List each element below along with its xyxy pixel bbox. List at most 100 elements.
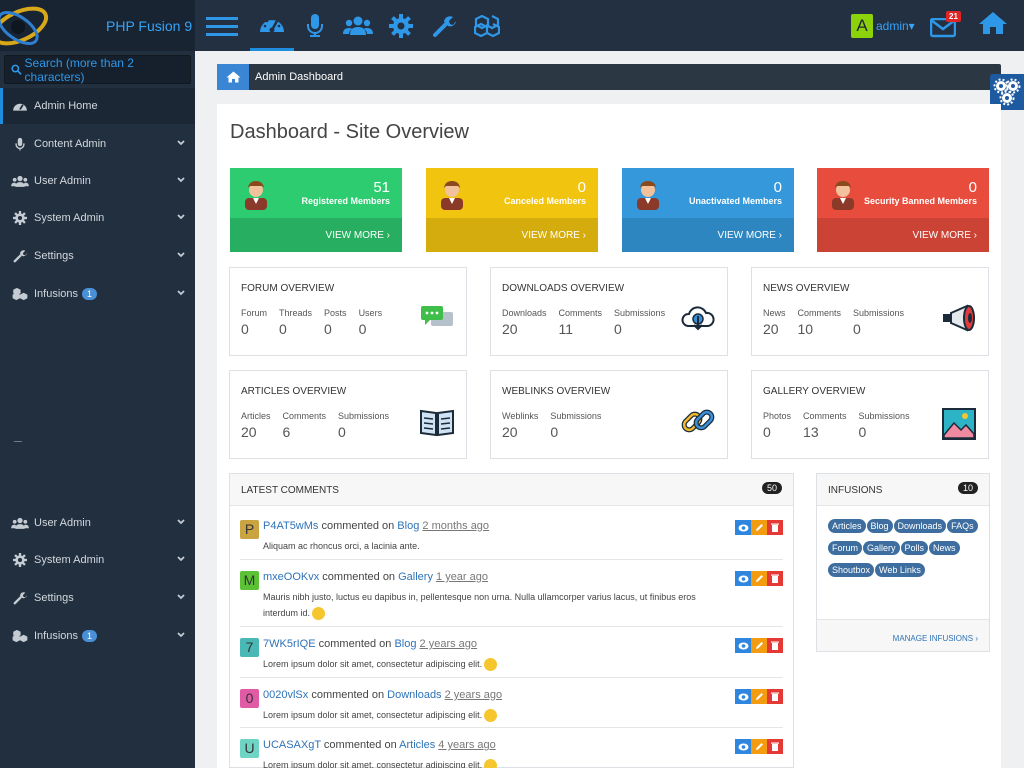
- chevron-down-icon: [177, 214, 185, 220]
- stat-value: 0: [853, 321, 861, 337]
- sidebar-item-user-admin[interactable]: User Admin: [0, 505, 195, 541]
- comment-avatar: 0: [240, 689, 259, 708]
- view-more-button[interactable]: VIEW MORE ›: [230, 218, 402, 252]
- comment-target-link[interactable]: Downloads: [387, 689, 441, 701]
- stat-value: 0: [241, 321, 249, 337]
- view-icon[interactable]: [735, 638, 751, 653]
- cubes-icon[interactable]: [465, 0, 509, 51]
- smiley-icon: [484, 709, 498, 723]
- infusions-count-badge: 10: [957, 482, 978, 494]
- sidebar-item-system-admin[interactable]: System Admin: [0, 200, 195, 236]
- stat-card-registered: 51 Registered Members VIEW MORE ›: [230, 168, 402, 252]
- menu-toggle-icon[interactable]: [200, 0, 244, 51]
- comment-user-link[interactable]: mxeOOKvx: [263, 571, 319, 583]
- comment-verb: commented on: [319, 571, 399, 583]
- view-more-button[interactable]: VIEW MORE ›: [817, 218, 989, 252]
- edit-icon[interactable]: [751, 739, 767, 754]
- stat-value: 20: [502, 321, 518, 337]
- comment-target-link[interactable]: Gallery: [398, 571, 433, 583]
- comment-text: Lorem ipsum dolor sit amet, consectetur …: [263, 659, 483, 669]
- sidebar-item-infusions[interactable]: Infusions 1: [0, 276, 195, 312]
- sidebar-item-label: Content Admin: [34, 138, 107, 150]
- sidebar-item-settings[interactable]: Settings: [0, 238, 195, 274]
- sidebar-item-admin-home[interactable]: Admin Home: [0, 88, 195, 124]
- panel-title: INFUSIONS: [828, 485, 883, 496]
- microphone-icon[interactable]: [293, 0, 337, 51]
- logo[interactable]: PHP Fusion 9: [0, 0, 195, 51]
- comment-time: 2 years ago: [419, 638, 478, 650]
- delete-icon[interactable]: [767, 739, 783, 754]
- view-icon[interactable]: [735, 739, 751, 754]
- comment-target-link[interactable]: Blog: [394, 638, 416, 650]
- member-avatar-icon: [441, 181, 463, 210]
- sidebar-item-user-admin[interactable]: User Admin: [0, 163, 195, 199]
- infusion-tag[interactable]: News: [929, 541, 960, 555]
- stat-label: Comments: [797, 308, 842, 318]
- stat-label: Security Banned Members: [863, 196, 977, 206]
- delete-icon[interactable]: [767, 571, 783, 586]
- breadcrumb-home-icon[interactable]: [217, 64, 249, 90]
- users-icon: [11, 515, 29, 531]
- view-icon[interactable]: [735, 571, 751, 586]
- home-icon[interactable]: [978, 11, 1010, 39]
- panel-title: GALLERY OVERVIEW: [763, 386, 866, 397]
- comment-user-link[interactable]: 0020vlSx: [263, 689, 308, 701]
- comment-target-link[interactable]: Articles: [399, 739, 435, 751]
- infusion-tag[interactable]: Forum: [828, 541, 863, 555]
- delete-icon[interactable]: [767, 520, 783, 535]
- comment-user-link[interactable]: P4AT5wMs: [263, 520, 318, 532]
- stat-value: 0: [577, 179, 586, 196]
- stat-label: Submissions: [858, 411, 910, 421]
- sidebar-item-settings[interactable]: Settings: [0, 580, 195, 616]
- cog-icon[interactable]: [379, 0, 423, 51]
- comment-meta: P4AT5wMs commented on Blog 2 months ago: [263, 520, 489, 532]
- comment-time: 1 year ago: [436, 571, 488, 583]
- stat-label: Forum: [241, 308, 268, 318]
- comment-target-link[interactable]: Blog: [397, 520, 419, 532]
- infusion-tag[interactable]: Web Links: [875, 563, 925, 577]
- comment-user-link[interactable]: 7WK5rIQE: [263, 638, 316, 650]
- stat-card-top: 51 Registered Members: [230, 168, 402, 218]
- manage-infusions-link[interactable]: MANAGE INFUSIONS ›: [893, 634, 978, 643]
- infusion-tag[interactable]: Gallery: [863, 541, 900, 555]
- panel-title: DOWNLOADS OVERVIEW: [502, 283, 625, 294]
- infusion-tag[interactable]: FAQs: [947, 519, 978, 533]
- stat-label: Users: [358, 308, 383, 318]
- comment-user-link[interactable]: UCASAXgT: [263, 739, 321, 751]
- view-more-button[interactable]: VIEW MORE ›: [426, 218, 598, 252]
- sidebar-item-label: Settings: [34, 250, 74, 262]
- search-input[interactable]: Search (more than 2 characters): [4, 55, 191, 84]
- infusion-tag[interactable]: Downloads: [893, 519, 947, 533]
- sidebar-item-infusions[interactable]: Infusions 1: [0, 618, 195, 654]
- view-more-button[interactable]: VIEW MORE ›: [622, 218, 794, 252]
- stat-value: 0: [773, 179, 782, 196]
- delete-icon[interactable]: [767, 638, 783, 653]
- comment-actions: [735, 520, 783, 535]
- infusion-tag[interactable]: Blog: [866, 519, 893, 533]
- edit-icon[interactable]: [751, 689, 767, 704]
- edit-icon[interactable]: [751, 571, 767, 586]
- comment-meta: mxeOOKvx commented on Gallery 1 year ago: [263, 571, 488, 583]
- delete-icon[interactable]: [767, 689, 783, 704]
- sidebar-item-label: Settings: [34, 592, 74, 604]
- infusion-tag[interactable]: Articles: [828, 519, 866, 533]
- users-icon[interactable]: [336, 0, 380, 51]
- edit-icon[interactable]: [751, 520, 767, 535]
- sidebar-item-system-admin[interactable]: System Admin: [0, 542, 195, 578]
- stat-card-top: 0 Canceled Members: [426, 168, 598, 218]
- comment-divider: [240, 677, 783, 678]
- infusion-tag[interactable]: Shoutbox: [828, 563, 875, 577]
- panel-title: NEWS OVERVIEW: [763, 283, 850, 294]
- sidebar-item-content-admin[interactable]: Content Admin: [0, 126, 195, 162]
- user-avatar[interactable]: A: [851, 14, 873, 38]
- wrench-icon[interactable]: [422, 0, 466, 51]
- edit-icon[interactable]: [751, 638, 767, 653]
- infusion-tag[interactable]: Polls: [900, 541, 929, 555]
- stat-value: 0: [614, 321, 622, 337]
- user-menu-dropdown[interactable]: admin▾: [876, 19, 915, 33]
- comment-text-wrap: Aliquam ac rhoncus orci, a lacinia ante.: [263, 538, 733, 554]
- sidebar-divider: [14, 441, 22, 442]
- view-icon[interactable]: [735, 689, 751, 704]
- view-icon[interactable]: [735, 520, 751, 535]
- dashboard-icon[interactable]: [250, 0, 294, 51]
